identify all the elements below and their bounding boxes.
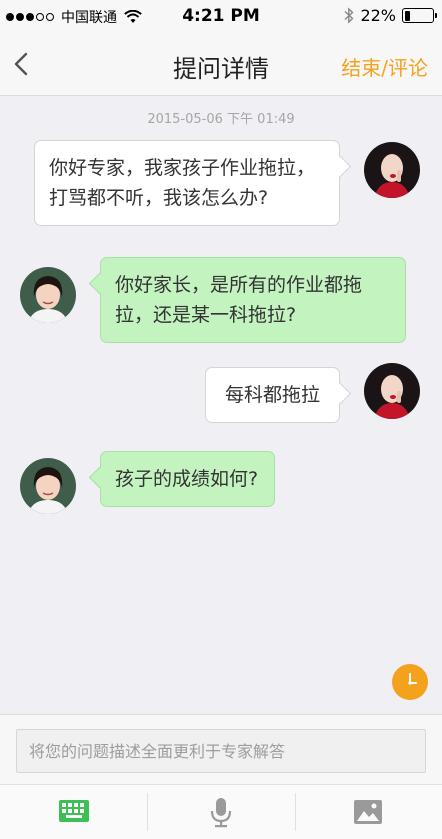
message-timestamp: 2015-05-06 下午 01:49 xyxy=(147,112,295,127)
history-button[interactable] xyxy=(392,664,428,700)
clock-icon xyxy=(408,673,417,685)
keyboard-button[interactable] xyxy=(0,785,147,839)
user-message-bubble: 每科都拖拉 xyxy=(205,367,340,423)
chat-area[interactable]: 2015-05-06 下午 01:49 你好专家，我家孩子作业拖拉，打骂都不听，… xyxy=(0,96,442,714)
battery-icon xyxy=(402,8,437,23)
user-avatar[interactable] xyxy=(364,142,420,198)
battery-percent: 22% xyxy=(360,6,396,25)
question-input[interactable] xyxy=(16,729,426,773)
voice-button[interactable] xyxy=(147,785,294,839)
image-icon xyxy=(354,800,383,824)
status-right: 22% xyxy=(344,6,437,25)
user-avatar[interactable] xyxy=(364,363,420,419)
end-review-button[interactable]: 结束/评论 xyxy=(341,52,428,81)
status-bar: 中国联通 4:21 PM 22% xyxy=(0,0,442,34)
user-message-bubble: 你好专家，我家孩子作业拖拉，打骂都不听，我该怎么办? xyxy=(34,140,340,226)
bluetooth-icon xyxy=(344,7,354,24)
expert-message-bubble: 你好家长，是所有的作业都拖拉，还是某一科拖拉? xyxy=(100,257,406,343)
image-button[interactable] xyxy=(294,785,442,839)
expert-avatar[interactable] xyxy=(20,458,76,514)
microphone-icon xyxy=(210,798,232,828)
keyboard-icon xyxy=(58,800,89,822)
input-area xyxy=(0,714,442,784)
battery-level xyxy=(404,10,411,21)
input-toolbar xyxy=(0,784,442,839)
expert-avatar[interactable] xyxy=(20,267,76,323)
nav-bar: 提问详情 结束/评论 xyxy=(0,34,442,96)
expert-message-bubble: 孩子的成绩如何? xyxy=(100,451,275,507)
